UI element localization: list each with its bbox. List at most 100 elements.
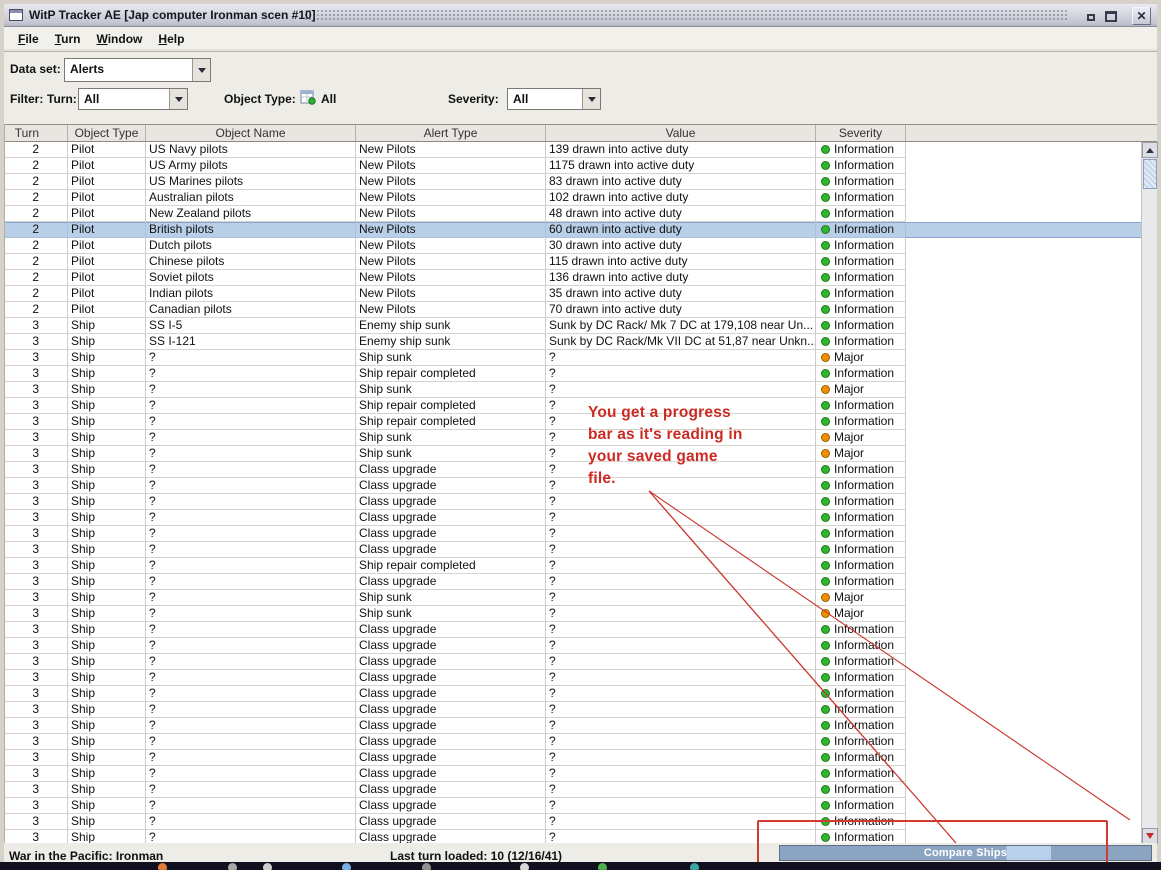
table-row[interactable]: 3 Ship? Ship sunk? Major — [5, 606, 1142, 622]
taskbar-icon[interactable] — [598, 863, 607, 870]
table-row[interactable]: 3 Ship? Class upgrade? Information — [5, 478, 1142, 494]
table-row[interactable]: 3 Ship? Class upgrade? Information — [5, 798, 1142, 814]
severity-cell: Major — [816, 350, 906, 366]
major-severity-icon — [821, 353, 830, 362]
column-header-severity[interactable]: Severity — [816, 125, 906, 141]
table-row[interactable]: 2 Pilot Soviet pilots New Pilots 136 drawn i… — [5, 270, 1142, 286]
table-row[interactable]: 2 Pilot US Navy pilots New Pilots 139 drawn … — [5, 142, 1142, 158]
scrollbar-down-button[interactable] — [1142, 828, 1158, 844]
table-row[interactable]: 3 Ship? Class upgrade? Information — [5, 718, 1142, 734]
table-row[interactable]: 3 Ship? Class upgrade? Information — [5, 526, 1142, 542]
table-row[interactable]: 3 Ship? Ship repair completed? Information — [5, 414, 1142, 430]
table-row[interactable]: 2 Pilot Dutch pilots New Pilots 30 drawn int… — [5, 238, 1142, 254]
cell-value: 1175 drawn into active duty — [546, 158, 816, 174]
column-header-object-type[interactable]: Object Type — [68, 125, 146, 141]
object-type-filter-value[interactable]: All — [321, 92, 336, 106]
table-row[interactable]: 3 Ship? Ship sunk? Major — [5, 382, 1142, 398]
taskbar-sliver[interactable] — [0, 862, 1161, 870]
turn-filter-combobox[interactable]: All — [78, 88, 188, 110]
vertical-scrollbar[interactable] — [1141, 142, 1158, 844]
table-row[interactable]: 3 Ship? Class upgrade? Information — [5, 542, 1142, 558]
severity-text: Information — [834, 750, 895, 764]
maximize-button[interactable] — [1102, 7, 1119, 24]
cell-alert-type: New Pilots — [356, 222, 546, 238]
table-row[interactable]: 3 Ship? Class upgrade? Information — [5, 638, 1142, 654]
table-row[interactable]: 2 Pilot US Marines pilots New Pilots 83 draw… — [5, 174, 1142, 190]
turn-filter-arrow-button[interactable] — [169, 89, 187, 109]
cell-turn: 2 — [5, 238, 68, 254]
table-row[interactable]: 3 Ship? Class upgrade? Information — [5, 670, 1142, 686]
table-row[interactable]: 3 Ship? Class upgrade? Information — [5, 574, 1142, 590]
scrollbar-thumb[interactable] — [1143, 159, 1157, 189]
scrollbar-up-button[interactable] — [1142, 142, 1158, 158]
table-row[interactable]: 2 Pilot Indian pilots New Pilots 35 drawn in… — [5, 286, 1142, 302]
table-row[interactable]: 3 Ship? Ship sunk? Major — [5, 446, 1142, 462]
table-row[interactable]: 2 Pilot Australian pilots New Pilots 102 dra… — [5, 190, 1142, 206]
column-header-value[interactable]: Value — [546, 125, 816, 141]
table-row[interactable]: 3 Ship? Class upgrade? Information — [5, 494, 1142, 510]
table-row[interactable]: 2 Pilot Canadian pilots New Pilots 70 drawn … — [5, 302, 1142, 318]
severity-filter-combobox[interactable]: All — [507, 88, 601, 110]
table-row[interactable]: 3 Ship? Ship repair completed? Information — [5, 366, 1142, 382]
table-row[interactable]: 3 Ship? Class upgrade? Information — [5, 702, 1142, 718]
taskbar-icon[interactable] — [228, 863, 237, 870]
cell-value: ? — [546, 814, 816, 830]
taskbar-icon[interactable] — [158, 863, 167, 870]
table-row[interactable]: 3 Ship SS I-5 Enemy ship sunk Sunk by DC Rac… — [5, 318, 1142, 334]
table-row[interactable]: 3 Ship? Class upgrade? Information — [5, 734, 1142, 750]
taskbar-icon[interactable] — [263, 863, 272, 870]
taskbar-icon[interactable] — [342, 863, 351, 870]
table-row[interactable]: 3 Ship? Ship repair completed? Information — [5, 398, 1142, 414]
table-row[interactable]: 3 Ship? Class upgrade? Information — [5, 782, 1142, 798]
cell-object-name: ? — [146, 510, 356, 526]
table-row[interactable]: 3 Ship? Class upgrade? Information — [5, 622, 1142, 638]
table-row[interactable]: 3 Ship? Class upgrade? Information — [5, 750, 1142, 766]
cell-value: ? — [546, 766, 816, 782]
table-row[interactable]: 2 Pilot US Army pilots New Pilots 1175 drawn… — [5, 158, 1142, 174]
cell-alert-type: Class upgrade — [356, 686, 546, 702]
cell-turn: 3 — [5, 510, 68, 526]
menu-item-help[interactable]: Help — [150, 29, 192, 50]
table-row[interactable]: 3 Ship? Ship sunk? Major — [5, 590, 1142, 606]
table-row[interactable]: 3 Ship? Ship sunk? Major — [5, 350, 1142, 366]
table-row[interactable]: 3 Ship? Class upgrade? Information — [5, 462, 1142, 478]
table-row[interactable]: 2 Pilot British pilots New Pilots 60 drawn i… — [5, 222, 1142, 238]
dataset-combobox[interactable]: Alerts — [64, 58, 211, 82]
table-row[interactable]: 3 Ship SS I-121 Enemy ship sunk Sunk by DC R… — [5, 334, 1142, 350]
cell-object-name: Australian pilots — [146, 190, 356, 206]
cell-value: ? — [546, 734, 816, 750]
severity-cell: Information — [816, 398, 906, 414]
minimize-button[interactable] — [1082, 7, 1099, 24]
table-row[interactable]: 2 Pilot New Zealand pilots New Pilots 48 dra… — [5, 206, 1142, 222]
menu-item-file[interactable]: File — [10, 29, 47, 50]
table-row[interactable]: 3 Ship? Class upgrade? Information — [5, 814, 1142, 830]
cell-object-name: ? — [146, 446, 356, 462]
severity-text: Information — [834, 702, 895, 716]
table-row[interactable]: 3 Ship? Class upgrade? Information — [5, 654, 1142, 670]
cell-value: ? — [546, 382, 816, 398]
menu-item-turn[interactable]: Turn — [47, 29, 89, 50]
table-row[interactable]: 3 Ship? Class upgrade? Information — [5, 766, 1142, 782]
cell-value: ? — [546, 350, 816, 366]
information-severity-icon — [821, 769, 830, 778]
cell-object-type: Pilot — [68, 254, 146, 270]
dataset-combobox-arrow-button[interactable] — [192, 59, 210, 81]
taskbar-icon[interactable] — [690, 863, 699, 870]
table-row[interactable]: 3 Ship? Class upgrade? Information — [5, 830, 1142, 844]
table-row[interactable]: 3 Ship? Ship sunk? Major — [5, 430, 1142, 446]
titlebar[interactable]: WitP Tracker AE [Jap computer Ironman sc… — [4, 4, 1157, 27]
table-row[interactable]: 2 Pilot Chinese pilots New Pilots 115 drawn … — [5, 254, 1142, 270]
column-header-turn[interactable]: Turn — [5, 125, 68, 141]
object-type-icon[interactable] — [300, 90, 316, 105]
taskbar-icon[interactable] — [422, 863, 431, 870]
menu-item-window[interactable]: Window — [88, 29, 150, 50]
column-header-object-name[interactable]: Object Name — [146, 125, 356, 141]
cell-value: 102 drawn into active duty — [546, 190, 816, 206]
severity-filter-arrow-button[interactable] — [582, 89, 600, 109]
table-row[interactable]: 3 Ship? Class upgrade? Information — [5, 510, 1142, 526]
table-row[interactable]: 3 Ship? Ship repair completed? Information — [5, 558, 1142, 574]
column-header-alert-type[interactable]: Alert Type — [356, 125, 546, 141]
table-row[interactable]: 3 Ship? Class upgrade? Information — [5, 686, 1142, 702]
taskbar-icon[interactable] — [520, 863, 529, 870]
close-button[interactable]: ✕ — [1132, 6, 1151, 25]
